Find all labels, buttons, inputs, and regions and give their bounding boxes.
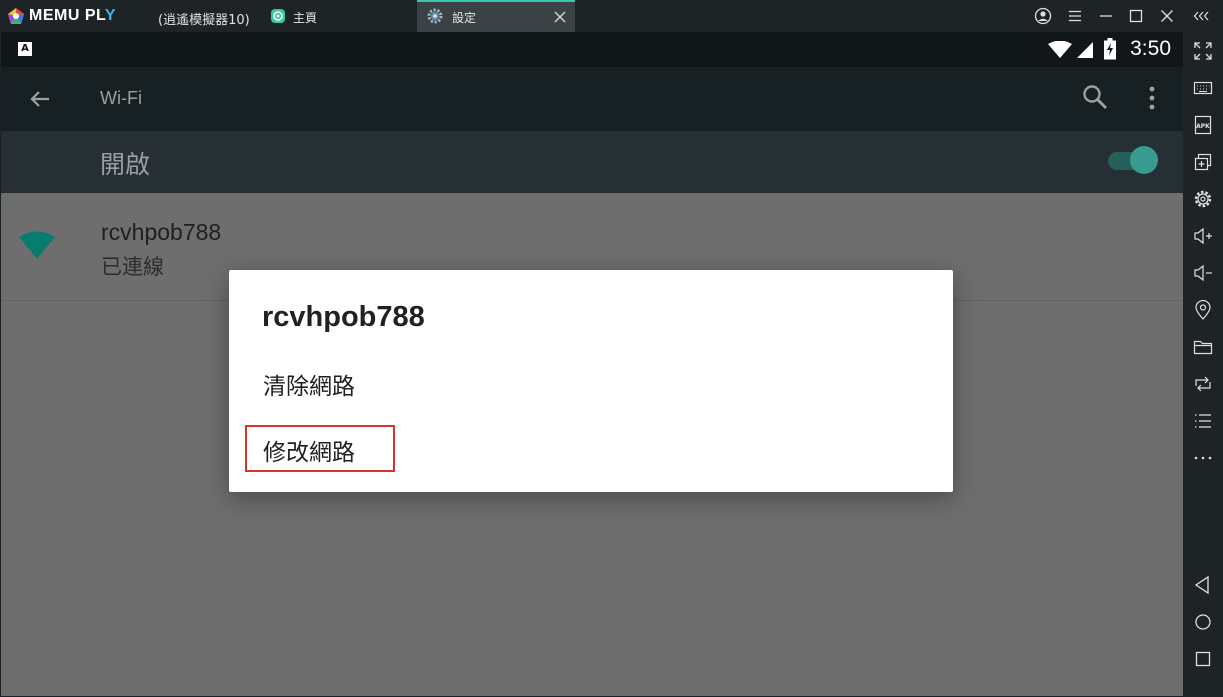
clock: 3:50 [1130, 37, 1171, 60]
home-nav-icon[interactable] [1193, 612, 1213, 632]
instance-name: (逍遙模擬器10) [158, 13, 250, 28]
list-icon[interactable] [1193, 411, 1213, 431]
svg-text:APK: APK [1196, 123, 1210, 130]
tab-settings-label: 設定 [452, 11, 477, 25]
more-icon[interactable] [1193, 448, 1213, 468]
menu-icon[interactable] [1066, 7, 1084, 25]
battery-charging-icon [1104, 38, 1116, 60]
tab-settings[interactable]: 設定 [417, 0, 575, 32]
highlight-box [245, 425, 395, 472]
network-status: 已連線 [101, 255, 164, 279]
wifi-switch-label: 開啟 [100, 150, 151, 179]
wifi-toggle-thumb[interactable] [1130, 146, 1158, 174]
minimize-icon[interactable] [1097, 7, 1115, 25]
settings-icon[interactable] [1193, 189, 1213, 209]
emulator-title-bar: MEMU PLY (逍遙模擬器10) 主頁 設定 [0, 0, 1223, 32]
network-options-dialog: rcvhpob788 清除網路 修改網路 [229, 270, 953, 492]
tab-home-label: 主頁 [293, 11, 318, 25]
tab-home[interactable]: 主頁 [262, 0, 412, 32]
emulator-side-toolbar: APK [1183, 32, 1223, 697]
app-bar: Wi-Fi [1, 67, 1183, 131]
tab-close-icon[interactable] [553, 10, 567, 24]
page-title: Wi-Fi [100, 88, 142, 108]
account-icon[interactable] [1034, 7, 1052, 25]
keyboard-icon[interactable] [1193, 78, 1213, 98]
dialog-title: rcvhpob788 [262, 301, 425, 333]
location-icon[interactable] [1193, 300, 1213, 320]
fullscreen-icon[interactable] [1193, 41, 1213, 61]
memu-logo-icon [8, 8, 24, 24]
cell-signal-icon [1077, 42, 1093, 58]
overflow-menu-icon[interactable] [1142, 84, 1162, 112]
maximize-icon[interactable] [1127, 7, 1145, 25]
network-ssid: rcvhpob788 [101, 219, 222, 245]
multi-window-icon[interactable] [1193, 152, 1213, 172]
close-icon[interactable] [1158, 7, 1176, 25]
forget-network-option[interactable]: 清除網路 [263, 367, 355, 401]
rotate-icon[interactable] [1193, 374, 1213, 394]
wifi-signal-icon [19, 231, 55, 259]
keyboard-indicator-icon: A [18, 42, 32, 56]
wifi-full-icon [1048, 41, 1072, 58]
folder-icon[interactable] [1193, 337, 1213, 357]
apk-icon[interactable]: APK [1193, 115, 1213, 135]
volume-down-icon[interactable] [1193, 263, 1213, 283]
collapse-sidebar-icon[interactable] [1193, 7, 1211, 25]
search-icon[interactable] [1081, 83, 1109, 111]
settings-gear-icon [427, 8, 443, 24]
back-arrow-icon[interactable] [28, 87, 52, 111]
memu-home-icon [271, 9, 285, 23]
status-bar: A 3:50 [1, 32, 1183, 67]
back-nav-icon[interactable] [1193, 575, 1213, 595]
wifi-master-switch-row[interactable]: 開啟 [1, 131, 1183, 193]
brand-logo-text: MEMU PLY [29, 7, 116, 24]
volume-up-icon[interactable] [1193, 226, 1213, 246]
recents-nav-icon[interactable] [1193, 649, 1213, 669]
